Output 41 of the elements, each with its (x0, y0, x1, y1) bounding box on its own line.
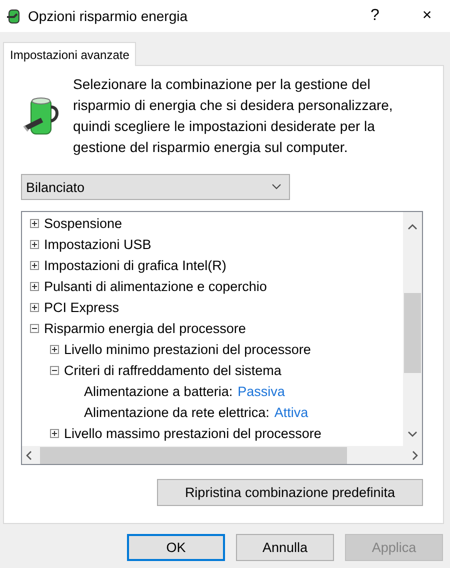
scrollbar-thumb[interactable] (40, 446, 347, 464)
expand-icon[interactable] (30, 240, 39, 249)
horizontal-scrollbar[interactable] (22, 446, 422, 464)
tree-item[interactable]: Risparmio energia del processore (44, 321, 246, 336)
plan-dropdown[interactable]: Bilanciato (21, 174, 290, 200)
expand-icon[interactable] (30, 303, 39, 312)
setting-label: Alimentazione da rete elettrica: (84, 405, 270, 420)
dialog-button[interactable]: OK (127, 534, 225, 561)
collapse-icon[interactable] (50, 366, 59, 375)
scroll-down-icon[interactable] (408, 431, 417, 437)
expand-icon[interactable] (50, 429, 59, 438)
expand-icon[interactable] (50, 345, 59, 354)
tab[interactable]: Impostazioni avanzate (3, 42, 136, 66)
tree-item[interactable]: Criteri di raffreddamento del sistema (64, 363, 282, 378)
tree-item[interactable]: Pulsanti di alimentazione e coperchio (44, 279, 267, 294)
close-button[interactable]: × (404, 0, 450, 32)
tree-item[interactable]: Livello massimo prestazioni del processore (64, 426, 322, 441)
battery-plug-icon (6, 8, 22, 24)
setting-value[interactable]: Passiva (238, 384, 285, 399)
tree-item[interactable]: Sospensione (44, 216, 122, 231)
dialog-button[interactable]: Annulla (236, 534, 334, 561)
tree-item[interactable]: Impostazioni di grafica Intel(R) (44, 258, 226, 273)
tree-item[interactable]: Livello minimo prestazioni del processore (64, 342, 311, 357)
help-button[interactable]: ? (352, 0, 398, 32)
window-title: Opzioni risparmio energia (28, 8, 189, 24)
expand-icon[interactable] (30, 261, 39, 270)
vertical-scrollbar[interactable] (403, 212, 422, 446)
scroll-left-icon[interactable] (26, 450, 32, 460)
chevron-down-icon (272, 184, 281, 190)
tree-item[interactable]: Impostazioni USB (44, 237, 152, 252)
scroll-right-icon[interactable] (412, 450, 418, 460)
restore-defaults-button[interactable]: Ripristina combinazione predefinita (157, 479, 423, 506)
setting-label: Alimentazione a batteria: (84, 384, 233, 399)
scroll-up-icon[interactable] (408, 224, 417, 230)
tree-item[interactable]: PCI Express (44, 300, 120, 315)
collapse-icon[interactable] (30, 324, 39, 333)
scrollbar-thumb[interactable] (404, 293, 421, 373)
expand-icon[interactable] (30, 219, 39, 228)
expand-icon[interactable] (30, 282, 39, 291)
description-text: Selezionare la combinazione per la gestione del risparmio di energia che si desidera personalizzare, quindi scegliere le impostazioni desiderate per la gestione del risparmio energia sul computer. (73, 75, 394, 157)
setting-value[interactable]: Attiva (274, 405, 308, 420)
